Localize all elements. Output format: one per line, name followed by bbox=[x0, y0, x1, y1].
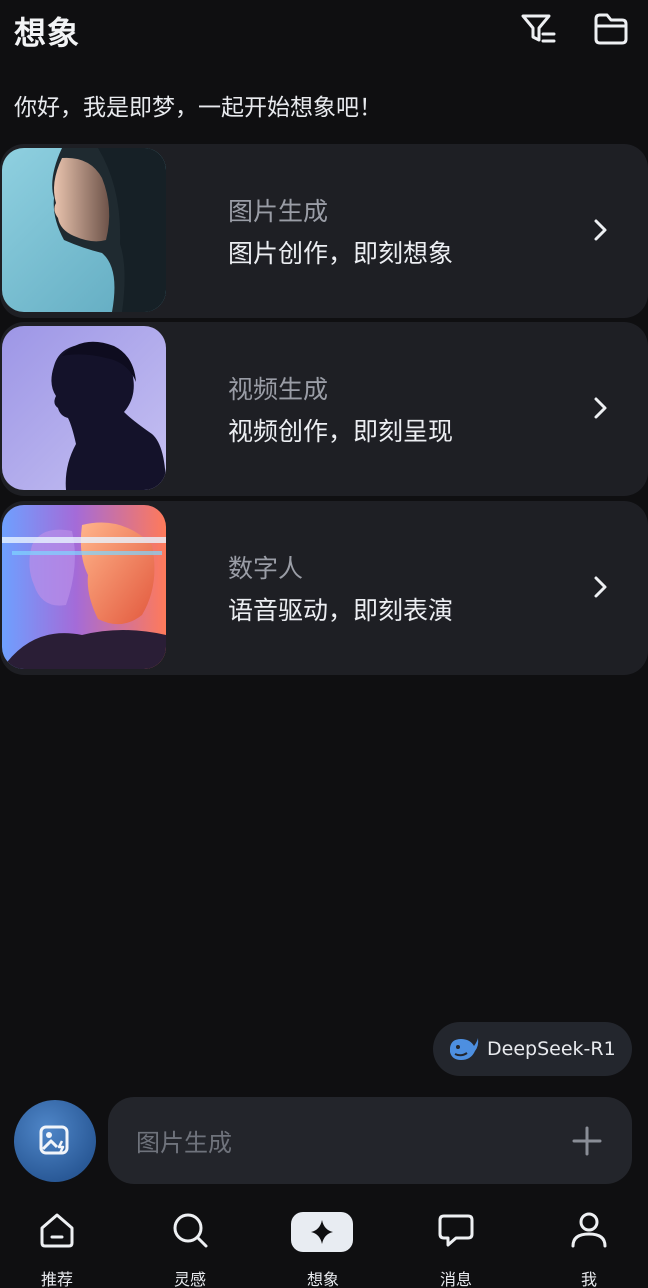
chevron-right-icon bbox=[594, 397, 607, 419]
card-image-generation[interactable]: 图片生成 图片创作，即刻想象 bbox=[0, 144, 648, 318]
card-subtitle: 语音驱动，即刻表演 bbox=[228, 596, 454, 625]
card-title: 视频生成 bbox=[228, 375, 329, 404]
chevron-right-icon bbox=[594, 219, 607, 241]
home-icon bbox=[40, 1213, 74, 1248]
card-digital-human[interactable]: 数字人 语音驱动，即刻表演 bbox=[0, 501, 648, 675]
greeting-text: 你好，我是即梦，一起开始想象吧！ bbox=[14, 95, 382, 121]
tab-label: 想象 bbox=[306, 1270, 339, 1288]
tab-recommend[interactable]: 推荐 bbox=[12, 1210, 102, 1288]
card-title: 图片生成 bbox=[228, 197, 329, 226]
app-header: 想象 bbox=[0, 0, 648, 60]
prompt-placeholder: 图片生成 bbox=[136, 1129, 232, 1157]
tab-me[interactable]: 我 bbox=[544, 1210, 634, 1288]
filter-list-icon[interactable] bbox=[519, 10, 557, 48]
tab-inspiration[interactable]: 灵感 bbox=[145, 1210, 235, 1288]
card-title: 数字人 bbox=[228, 554, 304, 583]
model-selector-chip[interactable]: DeepSeek-R1 bbox=[433, 1022, 632, 1076]
bottom-tab-bar: 推荐 灵感 想象 消息 我 bbox=[0, 1200, 648, 1288]
tab-label: 消息 bbox=[439, 1270, 472, 1288]
sparkle-icon bbox=[311, 1220, 333, 1244]
image-generate-mode-button[interactable] bbox=[14, 1100, 96, 1182]
search-icon bbox=[173, 1213, 208, 1248]
image-generation-thumbnail bbox=[2, 148, 166, 312]
image-generate-icon bbox=[39, 1125, 69, 1155]
page-title: 想象 bbox=[14, 14, 81, 52]
card-subtitle: 视频创作，即刻呈现 bbox=[228, 417, 454, 446]
digital-human-thumbnail bbox=[2, 505, 166, 669]
card-subtitle: 图片创作，即刻想象 bbox=[228, 239, 454, 268]
tab-messages[interactable]: 消息 bbox=[411, 1210, 501, 1288]
card-video-generation[interactable]: 视频生成 视频创作，即刻呈现 bbox=[0, 322, 648, 496]
model-label: DeepSeek-R1 bbox=[487, 1038, 616, 1060]
plus-icon[interactable] bbox=[572, 1126, 602, 1156]
folder-icon[interactable] bbox=[592, 10, 630, 48]
tab-label: 灵感 bbox=[173, 1270, 206, 1288]
tab-label: 我 bbox=[580, 1270, 597, 1288]
prompt-input[interactable]: 图片生成 bbox=[108, 1097, 632, 1184]
tab-imagine[interactable]: 想象 bbox=[278, 1210, 368, 1288]
person-icon bbox=[571, 1212, 607, 1248]
active-tab-pill bbox=[291, 1212, 353, 1252]
video-generation-thumbnail bbox=[2, 326, 166, 490]
chat-bubble-icon bbox=[438, 1214, 474, 1247]
whale-icon bbox=[450, 1038, 479, 1060]
chevron-right-icon bbox=[594, 576, 607, 598]
tab-label: 推荐 bbox=[40, 1270, 73, 1288]
